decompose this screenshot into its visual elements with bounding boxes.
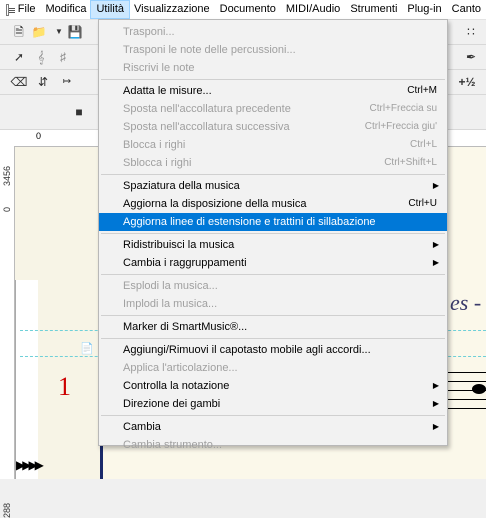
menu-item-articolazione[interactable]: Applica l'articolazione...: [99, 359, 447, 377]
submenu-arrow-icon: ▶: [432, 399, 439, 408]
lyrics-tool-icon[interactable]: ✒: [462, 48, 480, 66]
menu-separator: [101, 233, 445, 234]
measure-number: 1: [58, 372, 71, 401]
menu-separator: [101, 79, 445, 80]
menu-item-adatta-misure[interactable]: Adatta le misure... Ctrl+M: [99, 82, 447, 100]
up-down-icon[interactable]: ⇵: [34, 73, 52, 91]
utilita-menu: Trasponi... Trasponi le note delle percu…: [98, 19, 448, 451]
menu-separator: [101, 315, 445, 316]
menu-item-capotasto[interactable]: Aggiungi/Rimuovi il capotasto mobile agl…: [99, 341, 447, 359]
new-document-icon[interactable]: 🗎: [10, 23, 28, 41]
menu-item-trasponi[interactable]: Trasponi...: [99, 23, 447, 41]
menu-item-direzione-gambi[interactable]: Direzione dei gambi ▶: [99, 395, 447, 413]
menu-item-riscrivi-note[interactable]: Riscrivi le note: [99, 59, 447, 77]
save-icon[interactable]: 💾: [66, 23, 84, 41]
menu-strumenti[interactable]: Strumenti: [345, 1, 402, 18]
ruler-mark: 0: [36, 131, 42, 141]
menu-item-implodi[interactable]: Implodi la musica...: [99, 295, 447, 313]
menu-visualizzazione[interactable]: Visualizzazione: [129, 1, 215, 18]
menu-item-ridistribuisci[interactable]: Ridistribuisci la musica ▶: [99, 236, 447, 254]
selection-arrow-icon[interactable]: ➚: [10, 48, 28, 66]
menu-item-sposta-precedente[interactable]: Sposta nell'accollatura precedente Ctrl+F…: [99, 100, 447, 118]
menu-separator: [101, 274, 445, 275]
play-marker-icon[interactable]: ■: [70, 103, 88, 121]
app-icon[interactable]: [6, 3, 15, 16]
submenu-arrow-icon: ▶: [432, 381, 439, 390]
vertical-ruler: 3456 0 288: [0, 146, 15, 518]
ruler-mark: 288: [2, 502, 12, 518]
menu-separator: [101, 338, 445, 339]
menu-item-smartmusic[interactable]: Marker di SmartMusic®...: [99, 318, 447, 336]
menu-plug-in[interactable]: Plug-in: [402, 1, 446, 18]
submenu-arrow-icon: ▶: [432, 240, 439, 249]
submenu-arrow-icon: ▶: [432, 181, 439, 190]
menu-file[interactable]: File: [13, 1, 41, 18]
menu-item-trasponi-percussioni[interactable]: Trasponi le note delle percussioni...: [99, 41, 447, 59]
page-icon: 📄: [80, 343, 94, 355]
menu-separator: [101, 174, 445, 175]
clef-tool-icon[interactable]: 𝄞: [32, 48, 50, 66]
menu-item-controlla-notazione[interactable]: Controlla la notazione ▶: [99, 377, 447, 395]
menu-item-sposta-successiva[interactable]: Sposta nell'accollatura successiva Ctrl+F…: [99, 118, 447, 136]
menu-canto[interactable]: Canto: [447, 1, 486, 18]
submenu-arrow-icon: ▶: [432, 258, 439, 267]
plus-half-icon[interactable]: +½: [458, 73, 476, 91]
scroll-arrows-icon[interactable]: ▶▶▶▶: [16, 458, 44, 472]
grid-icon[interactable]: ∷: [462, 23, 480, 41]
menu-item-spaziatura[interactable]: Spaziatura della musica ▶: [99, 177, 447, 195]
menu-item-aggiorna-disposizione[interactable]: Aggiorna la disposizione della musica Ctr…: [99, 195, 447, 213]
key-signature-icon[interactable]: ♯: [54, 48, 72, 66]
menu-midi-audio[interactable]: MIDI/Audio: [281, 1, 345, 18]
menu-separator: [101, 415, 445, 416]
menu-utilita[interactable]: Utilità: [90, 0, 130, 19]
menu-modifica[interactable]: Modifica: [41, 1, 92, 18]
eraser-icon[interactable]: ⌫: [10, 73, 28, 91]
menu-item-cambia-strumento[interactable]: Cambia strumento...: [99, 428, 447, 451]
menu-documento[interactable]: Documento: [215, 1, 281, 18]
title-fragment: es -: [450, 290, 482, 315]
open-folder-icon[interactable]: 📁: [30, 23, 48, 41]
scroll-strip: [15, 280, 38, 479]
menu-item-esplodi[interactable]: Esplodi la musica...: [99, 277, 447, 295]
menu-bar: File Modifica Utilità Visualizzazione Do…: [0, 0, 486, 20]
menu-item-sblocca-righi[interactable]: Sblocca i righi Ctrl+Shift+L: [99, 154, 447, 172]
ruler-mark: 0: [2, 206, 12, 212]
tuplet-icon[interactable]: ↦: [58, 73, 76, 91]
menu-item-blocca-righi[interactable]: Blocca i righi Ctrl+L: [99, 136, 447, 154]
menu-item-aggiorna-linee[interactable]: Aggiorna linee di estensione e trattini …: [99, 213, 447, 231]
menu-item-raggruppamenti[interactable]: Cambia i raggruppamenti ▶: [99, 254, 447, 272]
ruler-mark: 3456: [2, 165, 12, 186]
note-head[interactable]: [472, 384, 486, 394]
